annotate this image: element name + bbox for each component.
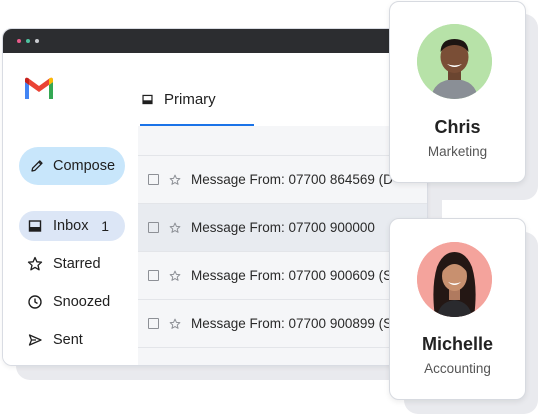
sidebar-item-snoozed[interactable]: Snoozed (19, 287, 125, 317)
inbox-count-badge: 1 (101, 218, 109, 234)
message-row[interactable]: Message From: 07700 900000 (138, 203, 427, 251)
window-dot-minimize[interactable] (26, 39, 30, 43)
mail-window: Compose Inbox 1 Starred Snoozed Sent Pri… (2, 28, 428, 366)
avatar (417, 24, 492, 99)
star-icon[interactable] (169, 270, 181, 282)
person-avatar-icon (417, 242, 492, 317)
contact-name: Chris (434, 117, 481, 137)
contact-name: Michelle (421, 334, 494, 354)
sidebar-item-inbox[interactable]: Inbox 1 (19, 211, 125, 241)
contact-card-chris[interactable]: Chris Marketing (389, 1, 526, 183)
message-subject: Message From: 07700 864569 (D (191, 172, 393, 187)
contact-role: Accounting (424, 361, 491, 376)
pencil-icon (31, 160, 43, 172)
gmail-logo[interactable] (23, 77, 55, 101)
message-subject: Message From: 07700 900609 (Sc (191, 268, 399, 283)
sidebar-item-starred[interactable]: Starred (19, 249, 125, 279)
contact-card-michelle[interactable]: Michelle Accounting (389, 218, 526, 400)
message-checkbox[interactable] (148, 174, 159, 185)
sidebar-item-label: Snoozed (53, 294, 111, 310)
tab-label: Primary (164, 91, 216, 108)
message-row[interactable]: Message From: 07700 900609 (Sc (138, 251, 427, 299)
message-row[interactable]: Message From: 07700 900899 (Sa (138, 299, 427, 348)
message-subject: Message From: 07700 900000 (191, 220, 375, 235)
sidebar-item-label: Sent (53, 332, 83, 348)
message-subject: Message From: 07700 900899 (Sa (191, 316, 400, 331)
tab-primary[interactable]: Primary (141, 91, 216, 108)
sidebar-item-sent[interactable]: Sent (19, 325, 125, 355)
star-icon[interactable] (169, 174, 181, 186)
compose-button[interactable]: Compose (19, 147, 125, 185)
tab-active-indicator (140, 124, 254, 126)
star-icon[interactable] (169, 222, 181, 234)
person-avatar-icon (417, 24, 492, 99)
window-dot-maximize[interactable] (35, 39, 39, 43)
window-titlebar (3, 29, 427, 53)
window-dot-close[interactable] (17, 39, 21, 43)
compose-label: Compose (53, 158, 116, 174)
sidebar: Compose Inbox 1 Starred Snoozed Sent (3, 53, 138, 365)
message-row[interactable]: Message From: 07700 864569 (D (138, 155, 427, 203)
sidebar-item-label: Inbox (53, 218, 89, 234)
star-icon (27, 256, 43, 271)
star-icon[interactable] (169, 318, 181, 330)
sidebar-item-label: Starred (53, 256, 101, 272)
avatar (417, 242, 492, 317)
inbox-icon (28, 220, 42, 232)
message-list-pane: Primary Message From: 07700 864569 (D Me… (138, 53, 427, 365)
send-icon (28, 334, 42, 346)
message-checkbox[interactable] (148, 318, 159, 329)
clock-icon (28, 295, 42, 309)
message-checkbox[interactable] (148, 270, 159, 281)
inbox-icon (142, 94, 153, 105)
message-checkbox[interactable] (148, 222, 159, 233)
contact-role: Marketing (427, 144, 488, 159)
tab-bar: Primary (138, 53, 427, 126)
